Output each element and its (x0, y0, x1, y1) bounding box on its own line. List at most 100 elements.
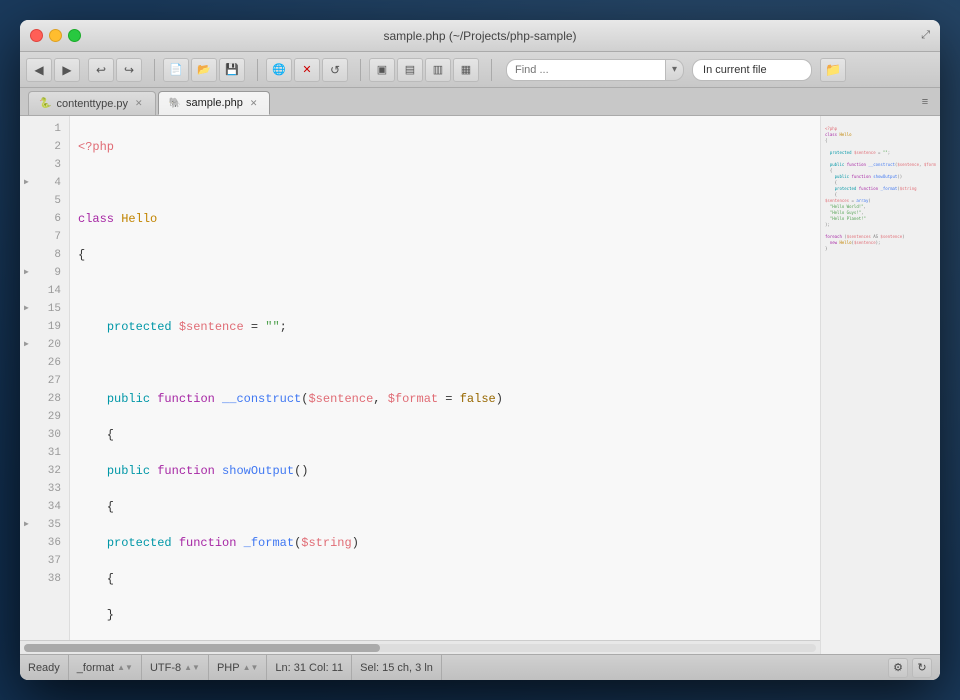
function-arrow: ▲▼ (117, 663, 133, 672)
tab-sample-label: sample.php (186, 97, 243, 109)
tab-sample-close[interactable]: ✕ (248, 97, 260, 110)
globe-button[interactable]: 🌐 (266, 58, 292, 82)
ln-32: 32 (20, 462, 69, 480)
code-line-4: { (78, 246, 812, 264)
view3-button[interactable]: ▥ (425, 58, 451, 82)
status-selection: Sel: 15 ch, 3 ln (352, 655, 442, 680)
position-label: Ln: 31 Col: 11 (275, 662, 343, 674)
separator-1 (154, 59, 155, 81)
ln-28: 28 (20, 390, 69, 408)
code-line-14: public function showOutput() (78, 462, 812, 480)
open-file-button[interactable]: 📂 (191, 58, 217, 82)
ln-8: 8 (20, 246, 69, 264)
refresh-button[interactable]: ↺ (322, 58, 348, 82)
nav-group: ◀ ▶ (26, 58, 80, 82)
refresh-icon-button[interactable]: ↻ (912, 658, 932, 678)
scrollbar-thumb[interactable] (24, 644, 380, 652)
view4-button[interactable]: ▦ (453, 58, 479, 82)
language-label: PHP (217, 662, 240, 674)
view1-button[interactable]: ▣ (369, 58, 395, 82)
separator-4 (491, 59, 492, 81)
encoding-selector[interactable]: UTF-8 ▲▼ (150, 662, 200, 674)
code-content[interactable]: <?php class Hello { protected $sentence … (70, 116, 820, 640)
forward-button[interactable]: ▶ (54, 58, 80, 82)
separator-2 (257, 59, 258, 81)
tab-sample-icon: 🐘 (169, 98, 181, 109)
code-line-6: protected $sentence = ""; (78, 318, 812, 336)
minimap-content: <?php class Hello { protected $sentence … (823, 118, 938, 260)
minimap: <?php class Hello { protected $sentence … (820, 116, 940, 654)
tabs-bar: 🐍 contenttype.py ✕ 🐘 sample.php ✕ ≡ (20, 88, 940, 116)
minimize-button[interactable] (49, 29, 62, 42)
save-file-button[interactable]: 💾 (219, 58, 245, 82)
history-group: ↩ ↪ (88, 58, 142, 82)
browser-group: 🌐 ✕ ↺ (266, 58, 348, 82)
expand-icon[interactable]: ⤢ (921, 29, 930, 42)
view2-button[interactable]: ▤ (397, 58, 423, 82)
new-file-button[interactable]: 📄 (163, 58, 189, 82)
code-line-5 (78, 282, 812, 300)
line-numbers: 1 2 3 ▶4 5 6 7 8 ▶9 14 ▶15 19 ▶20 26 27 … (20, 116, 70, 640)
code-line-19: protected function _format($string) (78, 534, 812, 552)
scope-selector[interactable]: In current file (692, 59, 812, 81)
undo-button[interactable]: ↩ (88, 58, 114, 82)
encoding-label: UTF-8 (150, 662, 181, 674)
tab-sample[interactable]: 🐘 sample.php ✕ (158, 91, 271, 115)
language-arrow: ▲▼ (243, 663, 259, 672)
ln-2: 2 (20, 138, 69, 156)
ln-6: 6 (20, 210, 69, 228)
tabs-overflow-button[interactable]: ≡ (916, 93, 934, 111)
search-dropdown-button[interactable]: ▾ (666, 59, 684, 81)
ln-14: 14 (20, 282, 69, 300)
tab-contenttype-close[interactable]: ✕ (133, 97, 145, 110)
settings-icon-button[interactable]: ⚙ (888, 658, 908, 678)
function-selector[interactable]: _format ▲▼ (77, 662, 133, 674)
ln-4: ▶4 (20, 174, 69, 192)
code-line-2 (78, 174, 812, 192)
search-input[interactable] (506, 59, 666, 81)
code-line-3: class Hello (78, 210, 812, 228)
file-group: 📄 📂 💾 (163, 58, 245, 82)
status-position: Ln: 31 Col: 11 (267, 655, 352, 680)
ln-33: 33 (20, 480, 69, 498)
ln-31: 31 (20, 444, 69, 462)
code-line-1: <?php (78, 138, 812, 156)
maximize-button[interactable] (68, 29, 81, 42)
ln-19: 19 (20, 318, 69, 336)
window-title: sample.php (~/Projects/php-sample) (383, 29, 576, 43)
status-function[interactable]: _format ▲▼ (69, 655, 142, 680)
code-line-26: } (78, 606, 812, 624)
ln-9: ▶9 (20, 264, 69, 282)
language-selector[interactable]: PHP ▲▼ (217, 662, 258, 674)
code-editor[interactable]: 1 2 3 ▶4 5 6 7 8 ▶9 14 ▶15 19 ▶20 26 27 … (20, 116, 820, 654)
selection-label: Sel: 15 ch, 3 ln (360, 662, 433, 674)
main-area: 1 2 3 ▶4 5 6 7 8 ▶9 14 ▶15 19 ▶20 26 27 … (20, 116, 940, 654)
status-language[interactable]: PHP ▲▼ (209, 655, 267, 680)
code-line-8: public function __construct($sentence, $… (78, 390, 812, 408)
folder-button[interactable]: 📁 (820, 58, 846, 82)
ln-37: 37 (20, 552, 69, 570)
titlebar: sample.php (~/Projects/php-sample) ⤢ (20, 20, 940, 52)
ln-15: ▶15 (20, 300, 69, 318)
ln-27: 27 (20, 372, 69, 390)
stop-button[interactable]: ✕ (294, 58, 320, 82)
code-area[interactable]: 1 2 3 ▶4 5 6 7 8 ▶9 14 ▶15 19 ▶20 26 27 … (20, 116, 820, 640)
scope-label: In current file (703, 64, 767, 76)
ln-36: 36 (20, 534, 69, 552)
ln-29: 29 (20, 408, 69, 426)
close-button[interactable] (30, 29, 43, 42)
horizontal-scrollbar[interactable] (20, 640, 820, 654)
ln-20: ▶20 (20, 336, 69, 354)
tab-contenttype[interactable]: 🐍 contenttype.py ✕ (28, 91, 156, 115)
ln-1: 1 (20, 120, 69, 138)
tab-contenttype-icon: 🐍 (39, 98, 51, 109)
ln-5: 5 (20, 192, 69, 210)
ln-34: 34 (20, 498, 69, 516)
ln-38: 38 (20, 570, 69, 588)
scrollbar-track[interactable] (24, 644, 816, 652)
redo-button[interactable]: ↪ (116, 58, 142, 82)
back-button[interactable]: ◀ (26, 58, 52, 82)
code-line-20: { (78, 570, 812, 588)
ln-30: 30 (20, 426, 69, 444)
status-encoding[interactable]: UTF-8 ▲▼ (142, 655, 209, 680)
